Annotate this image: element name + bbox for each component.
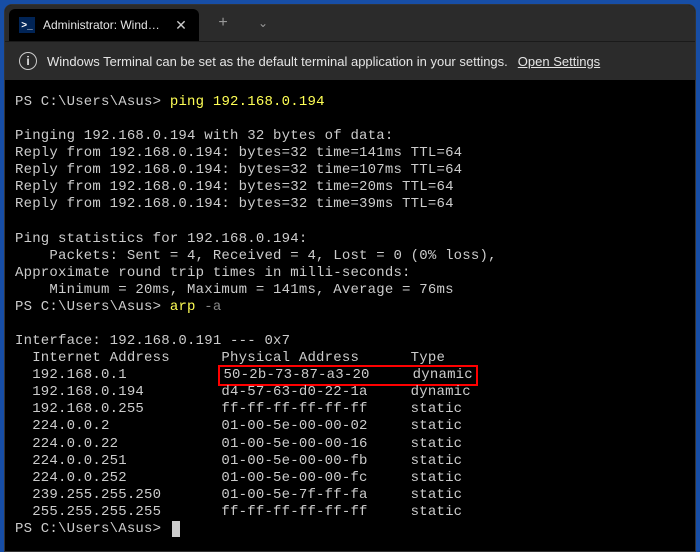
open-settings-link[interactable]: Open Settings: [518, 54, 600, 69]
cursor: [172, 521, 180, 537]
infobar-message: Windows Terminal can be set as the defau…: [47, 54, 508, 69]
prompt: PS C:\Users\Asus>: [15, 521, 161, 537]
tab-title: Administrator: Windows PowerS: [43, 18, 165, 32]
command-ping: ping: [170, 94, 204, 110]
terminal-window: >_ Administrator: Windows PowerS ✕ + ⌄ i…: [4, 4, 696, 552]
info-icon: i: [19, 52, 37, 70]
tab-dropdown-button[interactable]: ⌄: [243, 7, 283, 39]
prompt: PS C:\Users\Asus>: [15, 299, 161, 315]
prompt: PS C:\Users\Asus>: [15, 94, 161, 110]
titlebar: >_ Administrator: Windows PowerS ✕ + ⌄: [5, 5, 695, 41]
infobar: i Windows Terminal can be set as the def…: [5, 41, 695, 80]
close-icon[interactable]: ✕: [173, 17, 189, 33]
titlebar-actions: + ⌄: [203, 7, 283, 39]
new-tab-button[interactable]: +: [203, 7, 243, 39]
highlighted-arp-entry: 50-2b-73-87-a3-20 dynamic: [218, 365, 477, 386]
terminal-output[interactable]: PS C:\Users\Asus> ping 192.168.0.194 Pin…: [5, 80, 695, 551]
tab-powershell[interactable]: >_ Administrator: Windows PowerS ✕: [9, 9, 199, 41]
arp-flag: -a: [204, 299, 221, 315]
powershell-icon: >_: [19, 17, 35, 33]
command-arp: arp: [170, 299, 196, 315]
